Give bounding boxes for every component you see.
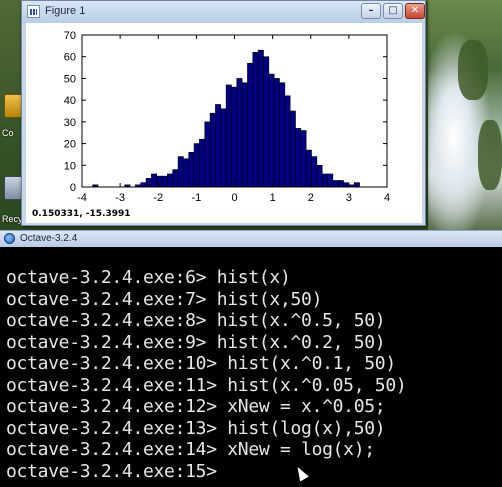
figure-app-icon xyxy=(27,5,40,18)
histogram-bar xyxy=(337,180,344,188)
x-tick-label: -3 xyxy=(115,192,125,204)
histogram-bar xyxy=(268,73,275,188)
y-tick-label: 40 xyxy=(64,95,76,107)
console-line: octave-3.2.4.exe:7> hist(x,50) xyxy=(6,288,323,310)
histogram-bar xyxy=(140,182,147,188)
histogram-bar xyxy=(316,164,323,188)
console-line: octave-3.2.4.exe:10> hist(x.^0.1, 50) xyxy=(6,353,396,374)
console-output[interactable]: octave-3.2.4.exe:6> hist(x) octave-3.2.4.… xyxy=(0,247,502,487)
histogram-bar xyxy=(177,156,184,188)
histogram-bar xyxy=(273,78,280,188)
octave-app-icon xyxy=(4,233,15,244)
x-tick-label: -4 xyxy=(77,192,87,204)
y-tick-label: 0 xyxy=(70,182,76,194)
cursor-coordinates: 0.150331, -15.3991 xyxy=(32,209,131,219)
histogram-bar xyxy=(225,84,232,188)
histogram-bar xyxy=(252,52,259,188)
histogram-bar xyxy=(300,130,307,188)
figure-titlebar[interactable]: Figure 1 – □ ✕ xyxy=(22,1,425,23)
x-tick-label: 4 xyxy=(384,192,390,204)
histogram-bar xyxy=(204,121,211,188)
desktop-icon-label: Co xyxy=(2,128,14,138)
histogram-chart: -4 -3 -2 -1 0 1 2 3 4010203040506070 xyxy=(64,30,390,204)
console-line: octave-3.2.4.exe:6> hist(x) xyxy=(6,267,291,288)
histogram-bar xyxy=(188,151,195,188)
histogram-bar xyxy=(199,138,206,188)
histogram-bar xyxy=(343,182,350,188)
histogram-bar xyxy=(145,178,152,188)
histogram-bar xyxy=(183,158,190,188)
console-line: octave-3.2.4.exe:8> hist(x.^0.5, 50) xyxy=(6,310,386,331)
histogram-bar xyxy=(279,82,286,188)
histogram-bar xyxy=(167,173,174,188)
x-tick-label: 0 xyxy=(231,192,237,204)
x-tick-label: -1 xyxy=(191,192,201,204)
y-tick-label: 70 xyxy=(64,30,76,42)
octave-console-window[interactable]: Octave-3.2.4 octave-3.2.4.exe:6> hist(x)… xyxy=(0,230,502,487)
histogram-bar xyxy=(263,56,270,188)
console-line: octave-3.2.4.exe:12> xNew = x.^0.05; xyxy=(6,396,386,417)
y-tick-label: 60 xyxy=(64,52,76,64)
histogram-bar xyxy=(215,104,222,188)
close-button[interactable]: ✕ xyxy=(405,3,425,19)
histogram-bar xyxy=(231,86,238,188)
console-line: octave-3.2.4.exe:13> hist(log(x),50) xyxy=(6,417,386,439)
maximize-button[interactable]: □ xyxy=(383,3,403,19)
histogram-bar xyxy=(247,62,254,188)
histogram-bar xyxy=(151,173,158,188)
figure-window[interactable]: Figure 1 – □ ✕ -4 -3 -2 -1 0 1 2 3 4 0 10 20 30 40 50 6… xyxy=(21,0,426,226)
x-tick-label: 1 xyxy=(270,192,276,204)
histogram-bar xyxy=(332,180,339,188)
histogram-bar xyxy=(327,173,334,188)
histogram-bar xyxy=(209,112,216,188)
y-tick-label: 30 xyxy=(64,117,76,129)
histogram-bar xyxy=(241,82,248,188)
y-tick-label: 20 xyxy=(64,139,76,151)
wallpaper-waterfall xyxy=(428,0,502,230)
histogram-bar xyxy=(161,175,168,188)
octave-titlebar[interactable]: Octave-3.2.4 xyxy=(0,231,502,247)
histogram-bar xyxy=(257,49,264,188)
figure-title: Figure 1 xyxy=(45,5,86,17)
histogram-bar xyxy=(193,143,200,188)
histogram-bar xyxy=(295,128,302,188)
x-tick-label: 3 xyxy=(346,192,352,204)
y-tick-label: 50 xyxy=(64,73,76,85)
minimize-button[interactable]: – xyxy=(361,3,381,19)
x-tick-label: -2 xyxy=(153,192,163,204)
histogram-bar xyxy=(353,182,360,188)
recycle-bin-label: Recy xyxy=(2,214,23,224)
histogram-bar xyxy=(156,175,163,188)
x-tick-label: 2 xyxy=(308,192,314,204)
histogram-bar xyxy=(220,108,227,188)
histogram-bar xyxy=(321,173,328,188)
histogram-bar xyxy=(311,156,318,188)
histogram-bar xyxy=(289,110,296,188)
console-line: octave-3.2.4.exe:14> xNew = log(x); xyxy=(6,439,375,460)
y-tick-label: 10 xyxy=(64,160,76,172)
histogram-bar xyxy=(305,149,312,188)
octave-title: Octave-3.2.4 xyxy=(20,233,78,244)
console-line: octave-3.2.4.exe:11> hist(x.^0.05, 50) xyxy=(6,374,407,396)
histogram-bar xyxy=(236,78,243,188)
console-line: octave-3.2.4.exe:15> xyxy=(6,460,217,482)
console-line: octave-3.2.4.exe:9> hist(x.^0.2, 50) xyxy=(6,331,386,353)
histogram-bar xyxy=(284,95,291,188)
figure-canvas[interactable]: -4 -3 -2 -1 0 1 2 3 4 0 10 20 30 40 50 60 70 0.150331, -… xyxy=(26,23,422,223)
histogram-bar xyxy=(172,169,179,188)
